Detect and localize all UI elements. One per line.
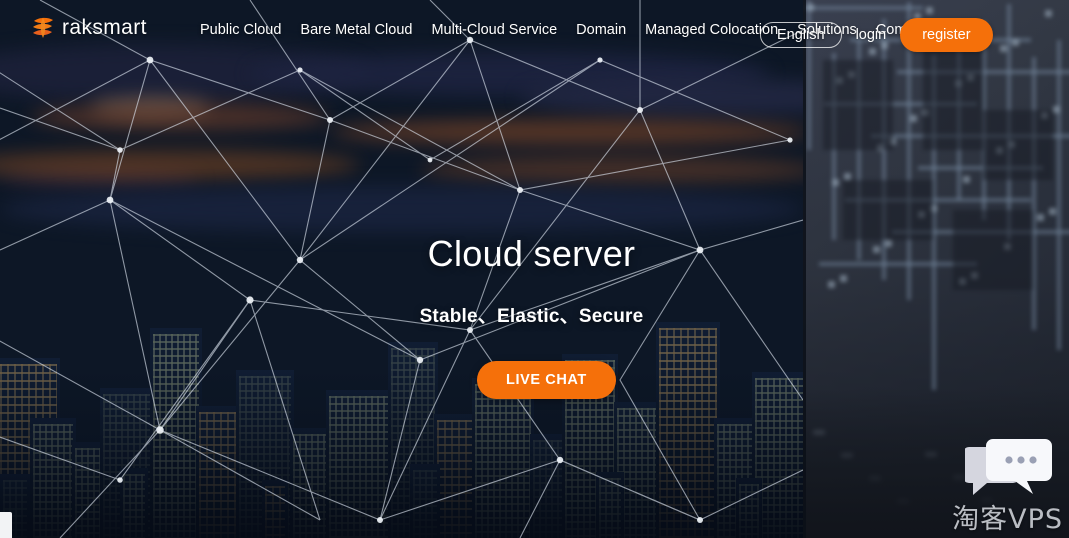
stacked-layers-icon bbox=[30, 14, 56, 42]
corner-popup-sliver[interactable] bbox=[0, 512, 12, 538]
network-mesh-overlay bbox=[0, 0, 803, 538]
nav-item-managed-colocation[interactable]: Managed Colocation bbox=[645, 18, 778, 42]
watermark-text: 淘客VPS bbox=[952, 504, 1063, 535]
live-chat-button[interactable]: LIVE CHAT bbox=[477, 361, 616, 399]
page-root: raksmart Public Cloud Bare Metal Cloud M… bbox=[0, 0, 1069, 538]
nav-utility-group: English login register bbox=[760, 18, 993, 52]
nav-item-multi-cloud-service[interactable]: Multi-Cloud Service bbox=[431, 18, 557, 42]
brand-logo[interactable]: raksmart bbox=[30, 14, 147, 42]
chat-widget-button[interactable] bbox=[963, 437, 1053, 503]
language-selector[interactable]: English bbox=[760, 22, 842, 48]
register-button[interactable]: register bbox=[900, 18, 993, 52]
chat-bubbles-icon bbox=[963, 439, 1052, 495]
nav-item-domain[interactable]: Domain bbox=[576, 18, 626, 42]
nav-item-bare-metal-cloud[interactable]: Bare Metal Cloud bbox=[300, 18, 412, 42]
login-link[interactable]: login bbox=[856, 23, 887, 47]
brand-name: raksmart bbox=[62, 16, 147, 39]
top-navigation-bar: raksmart Public Cloud Bare Metal Cloud M… bbox=[0, 0, 1069, 60]
panel-divider bbox=[803, 0, 806, 538]
nav-item-public-cloud[interactable]: Public Cloud bbox=[200, 18, 281, 42]
